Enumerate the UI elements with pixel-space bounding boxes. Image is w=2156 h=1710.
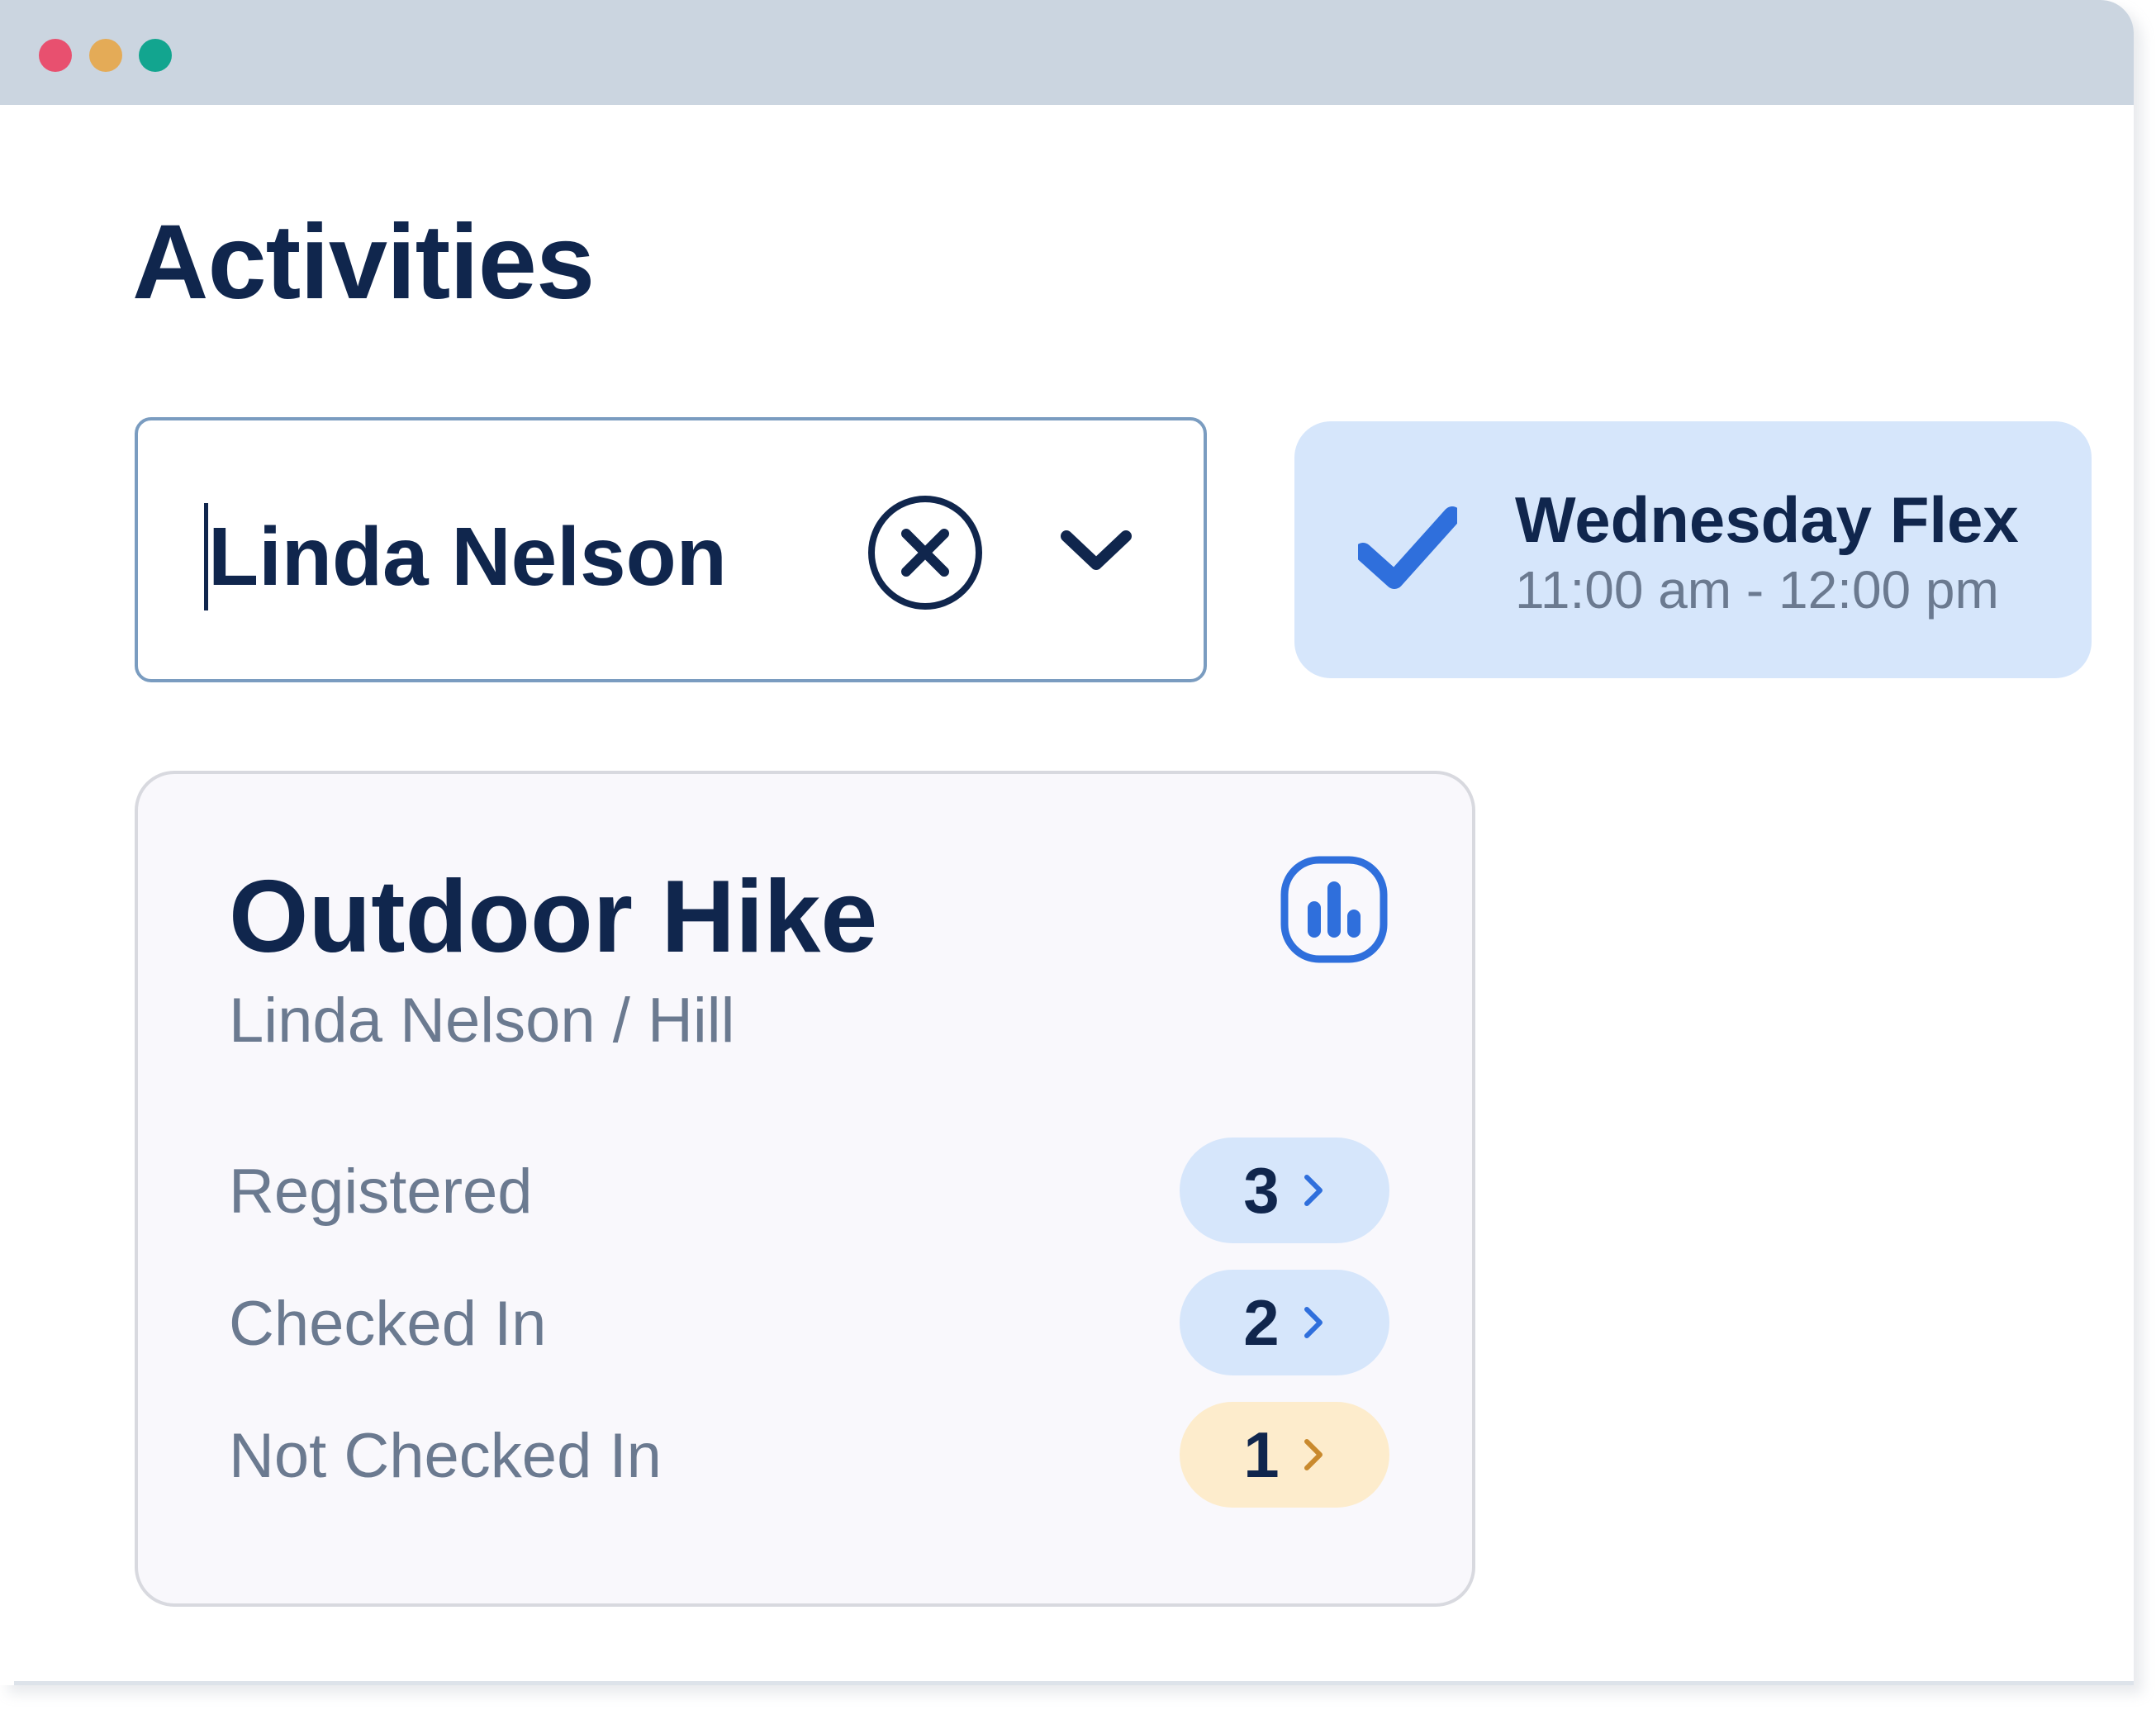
chevron-right-icon — [1304, 1175, 1323, 1206]
filter-input-value[interactable]: Linda Nelson — [208, 511, 727, 602]
window-bottom-divider — [14, 1681, 2134, 1685]
stat-count: 1 — [1243, 1418, 1280, 1491]
not-checked-in-count-button[interactable]: 1 — [1180, 1402, 1389, 1508]
chevron-right-icon — [1304, 1439, 1323, 1470]
page-title: Activities — [132, 203, 595, 321]
check-icon — [1358, 506, 1457, 589]
minimize-window-button[interactable] — [89, 39, 122, 72]
close-window-button[interactable] — [39, 39, 72, 72]
stat-count: 3 — [1243, 1154, 1280, 1227]
dropdown-toggle-button[interactable] — [1055, 511, 1137, 594]
stat-row-registered: Registered 3 — [229, 1138, 1389, 1243]
registered-count-button[interactable]: 3 — [1180, 1138, 1389, 1243]
stat-label: Registered — [229, 1157, 533, 1227]
instructor-filter-combobox[interactable]: Linda Nelson — [135, 417, 1207, 682]
app-window: Activities Linda Nelson Wednesday Flex 1… — [0, 0, 2134, 1685]
session-time: 11:00 am - 12:00 pm — [1515, 560, 1999, 620]
activity-stats-button[interactable] — [1280, 855, 1389, 964]
stat-row-checked-in: Checked In 2 — [229, 1270, 1389, 1375]
checked-in-count-button[interactable]: 2 — [1180, 1270, 1389, 1375]
session-selector-card[interactable]: Wednesday Flex 11:00 am - 12:00 pm — [1294, 421, 2092, 678]
stat-label: Not Checked In — [229, 1421, 662, 1491]
session-name: Wednesday Flex — [1515, 483, 2019, 556]
chevron-right-icon — [1304, 1307, 1323, 1338]
title-bar — [0, 0, 2134, 105]
activity-subtitle: Linda Nelson / Hill — [229, 986, 735, 1056]
stat-label: Checked In — [229, 1289, 547, 1359]
stat-row-not-checked-in: Not Checked In 1 — [229, 1402, 1389, 1508]
maximize-window-button[interactable] — [139, 39, 172, 72]
clear-filter-button[interactable] — [865, 492, 985, 613]
bar-chart-icon — [1280, 856, 1388, 963]
chevron-down-icon — [1061, 530, 1132, 570]
stat-count: 2 — [1243, 1286, 1280, 1359]
activity-title: Outdoor Hike — [229, 860, 878, 974]
activity-card: Outdoor Hike Linda Nelson / Hill Registe… — [135, 771, 1475, 1607]
close-circle-icon — [868, 496, 982, 610]
